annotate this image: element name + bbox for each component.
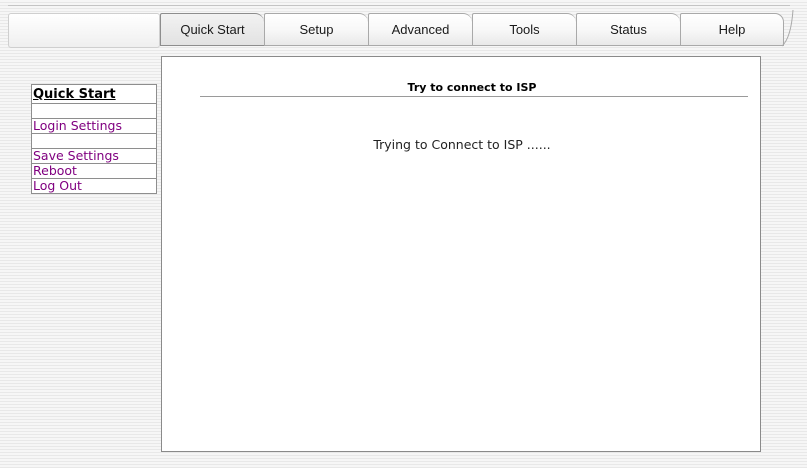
sidebar-item-save-settings[interactable]: Save Settings [31,148,157,164]
title-divider [200,96,748,97]
sidebar-item-login-settings[interactable]: Login Settings [31,118,157,134]
main-tabs: Quick Start Setup Advanced Tools Status … [160,13,784,46]
sidebar-item-log-out[interactable]: Log Out [31,178,157,194]
tab-tools[interactable]: Tools [472,13,576,46]
tab-quick-start[interactable]: Quick Start [160,13,264,46]
tab-help[interactable]: Help [680,13,784,46]
sidebar-spacer [31,103,157,119]
logo-area [8,13,160,48]
page-title: Try to connect to ISP [407,81,537,94]
sidebar-item-reboot[interactable]: Reboot [31,163,157,179]
tab-bar-end-curve [782,9,794,47]
top-navigation-bar: Quick Start Setup Advanced Tools Status … [0,0,807,60]
tab-advanced[interactable]: Advanced [368,13,472,46]
sidebar-spacer [31,133,157,149]
tab-setup[interactable]: Setup [264,13,368,46]
status-message: Trying to Connect to ISP ...... [373,137,551,152]
sidebar-menu: Quick Start Login Settings Save Settings… [31,84,157,194]
top-divider [8,5,790,6]
sidebar-heading[interactable]: Quick Start [31,84,157,104]
tab-status[interactable]: Status [576,13,680,46]
main-content-panel: Try to connect to ISP Trying to Connect … [161,56,761,452]
